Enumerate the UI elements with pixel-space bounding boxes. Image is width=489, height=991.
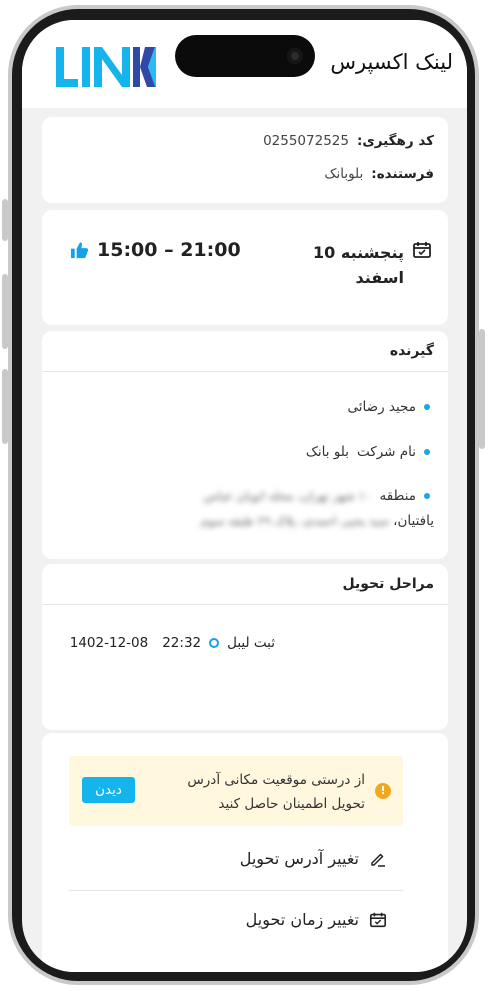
notice-line1: از درستی موقعیت مکانی آدرس [187, 772, 365, 788]
receiver-divider [42, 371, 448, 372]
receiver-address-line2: یافتیان، [393, 513, 434, 529]
receiver-name: مجید رضائی [347, 399, 416, 415]
dynamic-island [175, 35, 315, 77]
app-title: لینک اکسپرس [330, 50, 453, 74]
bullet-dot [424, 449, 430, 455]
calendar-icon [369, 912, 387, 927]
link-logo [56, 47, 156, 87]
volume-up-button [2, 274, 8, 349]
notice-line2: تحویل اطمینان حاصل کنید [218, 796, 365, 812]
bullet-dot [424, 493, 430, 499]
mute-switch [2, 199, 8, 241]
receiver-title: گیرنده [389, 343, 434, 359]
step-status-icon [209, 638, 220, 648]
delivery-month-text: اسفند [355, 268, 404, 287]
change-time-row[interactable]: تغییر زمان تحویل [246, 910, 387, 929]
calendar-check-icon [413, 242, 431, 258]
delivery-day-text: پنجشنبه 10 [313, 243, 404, 262]
receiver-name-row: مجید رضائی [347, 399, 430, 415]
notice-text: از درستی موقعیت مکانی آدرس تحویل اطمینان… [187, 768, 365, 816]
receiver-address-line1: ۱۰ شهر تهران، محله اتوبان عباس [203, 489, 372, 503]
receiver-company-row: نام شرکت بلو بانک [306, 444, 430, 460]
receiver-card: گیرنده مجید رضائی نام شرکت بلو بانک منطق… [42, 331, 448, 559]
actions-divider [69, 890, 403, 891]
tracking-code[interactable]: 0255072525 [263, 133, 349, 149]
change-time-label: تغییر زمان تحویل [245, 910, 359, 929]
sender-row: فرستنده: بلوبانک [324, 166, 434, 182]
delivery-steps-title: مراحل تحویل [342, 576, 434, 592]
warning-icon: ! [375, 783, 391, 799]
bullet-dot [424, 404, 430, 410]
receiver-company: بلو بانک [305, 444, 350, 460]
volume-down-button [2, 369, 8, 444]
camera-icon [287, 48, 303, 64]
receiver-address-label: منطقه [379, 488, 416, 504]
delivery-schedule-card: پنجشنبه 10 اسفند 15:00 – 21:00 [42, 210, 448, 325]
view-location-button[interactable]: دیدن [82, 777, 135, 803]
shipment-info-card: کد رهگیری: 0255072525 فرستنده: بلوبانک [42, 117, 448, 203]
app-header: لینک اکسپرس [22, 20, 467, 108]
address-notice: ! از درستی موقعیت مکانی آدرس تحویل اطمین… [69, 756, 403, 826]
receiver-company-label: نام شرکت [357, 444, 416, 460]
edit-pencil-icon [371, 853, 385, 867]
step-date: 1402-12-08 [69, 635, 149, 651]
receiver-address-line3: سید یحیی احمدی، پلاک ۲۹ طبقه سوم [200, 514, 390, 528]
change-address-row[interactable]: تغییر آدرس تحویل [240, 849, 387, 868]
delivery-steps-card: مراحل تحویل ثبت لیبل 22:32 1402-12-08 [42, 564, 448, 730]
receiver-address-row: منطقه ۱۰ شهر تهران، محله اتوبان عباس [204, 488, 430, 504]
step-label: ثبت لیبل [227, 635, 275, 651]
sender-label: فرستنده: [371, 166, 434, 182]
thumbs-up-icon[interactable] [70, 241, 89, 260]
delivery-time-range: 15:00 – 21:00 [97, 239, 241, 261]
step-item: ثبت لیبل 22:32 1402-12-08 [70, 635, 275, 651]
tracking-row: کد رهگیری: 0255072525 [263, 133, 434, 149]
power-button [479, 329, 485, 449]
delivery-day: پنجشنبه 10 اسفند [313, 240, 404, 290]
tracking-label: کد رهگیری: [356, 133, 434, 149]
app-screen: لینک اکسپرس کد رهگیری: 0255072525 فرستند… [22, 20, 467, 972]
sender-name: بلوبانک [324, 166, 364, 182]
receiver-address-continued: یافتیان، سید یحیی احمدی، پلاک ۲۹ طبقه سو… [201, 513, 434, 529]
change-address-label: تغییر آدرس تحویل [239, 849, 359, 868]
step-time: 22:32 [162, 635, 202, 651]
delivery-steps-divider [42, 604, 448, 605]
